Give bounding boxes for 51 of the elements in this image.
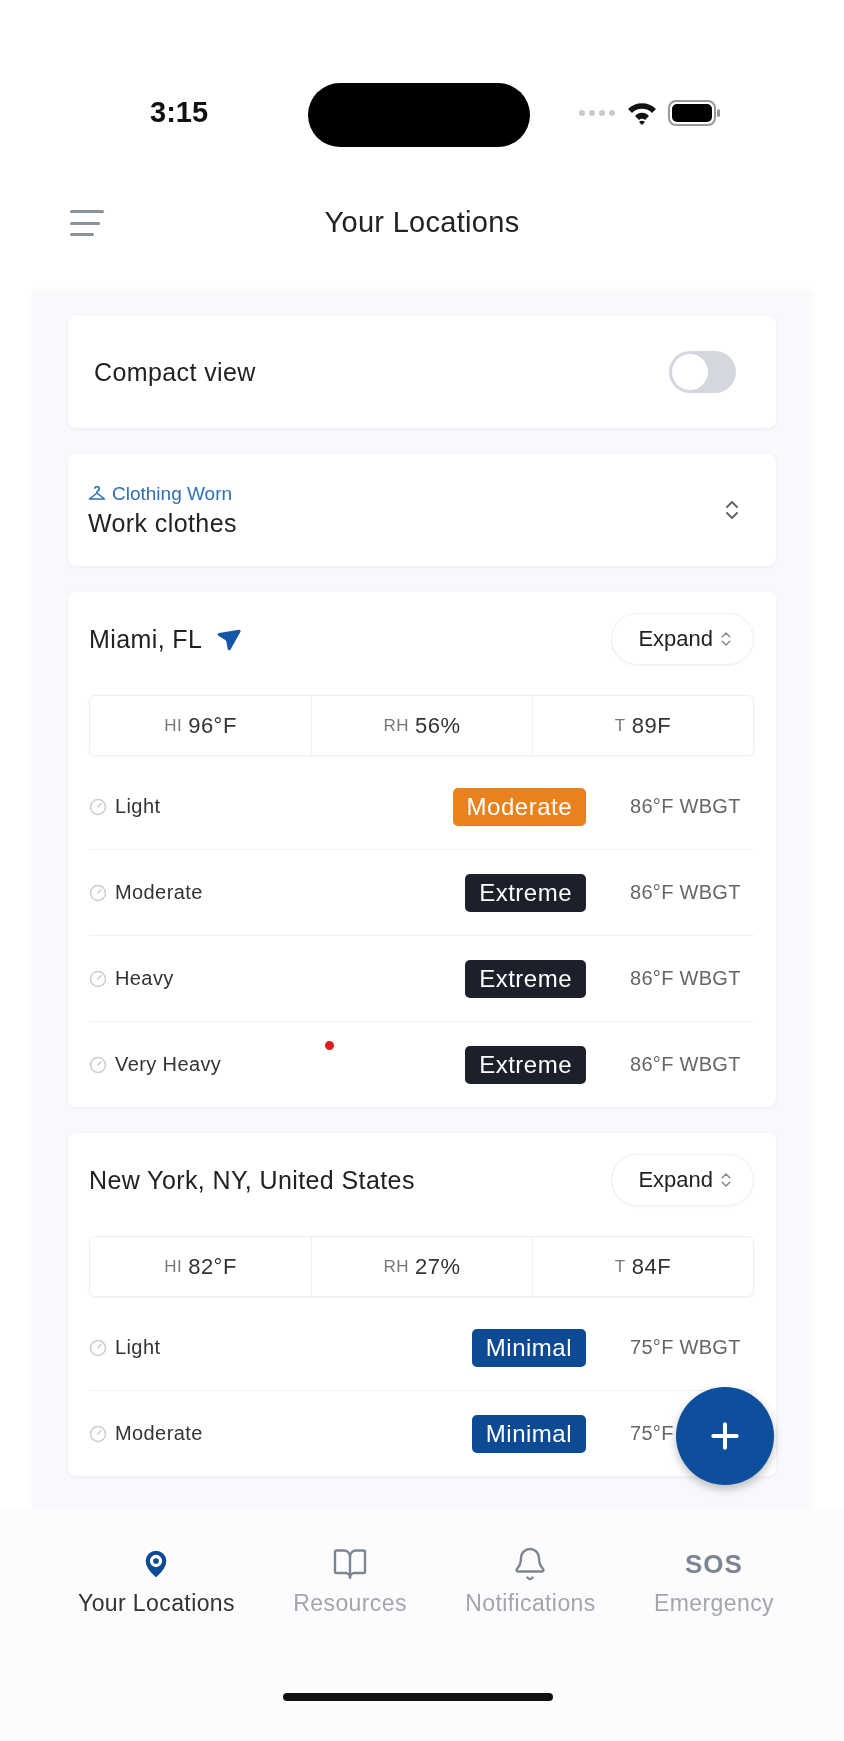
activity-label: Moderate [115, 881, 203, 904]
activity-label: Very Heavy [115, 1053, 222, 1076]
activity-label: Light [115, 1336, 161, 1359]
gauge-icon [89, 883, 107, 902]
wbgt-reading: 86°F WBGT [630, 881, 741, 904]
location-name: New York, NY, United States [89, 1165, 415, 1195]
page-title: Your Locations [324, 206, 520, 239]
battery-icon [668, 100, 722, 126]
wbgt-reading: 86°F WBGT [630, 967, 741, 990]
risk-badge: Moderate [452, 787, 586, 826]
stat-value: RH 27% [311, 1237, 532, 1296]
risk-badge: Extreme [465, 1045, 586, 1084]
tab[interactable]: Your Locations [78, 1546, 235, 1617]
tab[interactable]: SOS Emergency [654, 1546, 774, 1617]
clothing-value: Work clothes [88, 508, 237, 538]
wifi-icon [626, 101, 658, 125]
gauge-icon [89, 1424, 107, 1443]
signal-icon [578, 109, 616, 117]
stat-value: HI 96°F [163, 711, 238, 740]
clothing-label: Clothing Worn [112, 482, 233, 505]
menu-button[interactable] [70, 210, 104, 236]
risk-badge: Minimal [471, 1414, 586, 1453]
activity-label: Light [115, 795, 161, 818]
stat-value: RH 56% [311, 696, 532, 755]
status-time: 3:15 [150, 96, 209, 129]
touch-dot [325, 1041, 334, 1050]
activity-label: Moderate [115, 1422, 203, 1445]
stat-value: T 84F [532, 1237, 753, 1296]
activity-label: Heavy [115, 967, 174, 990]
gauge-icon [89, 969, 107, 988]
risk-badge: Extreme [465, 959, 586, 998]
wbgt-reading: 75°F [630, 1422, 674, 1445]
gauge-icon [89, 1055, 107, 1074]
wbgt-reading: 86°F WBGT [630, 795, 741, 818]
stat-value: HI 82°F [163, 1252, 238, 1281]
risk-badge: Extreme [465, 873, 586, 912]
wbgt-reading: 86°F WBGT [630, 1053, 741, 1076]
risk-badge: Minimal [471, 1328, 586, 1367]
stat-value: T 89F [532, 696, 753, 755]
location-name: Miami, FL [89, 624, 203, 654]
clothing-select[interactable]: Clothing Worn Work clothes [68, 454, 776, 566]
compact-view-label: Compact view [94, 357, 256, 387]
compact-view-toggle[interactable] [669, 351, 736, 393]
hanger-icon [88, 485, 106, 502]
expand-button[interactable]: Expand [611, 613, 754, 665]
book-icon [332, 1546, 369, 1582]
wbgt-reading: 75°F WBGT [630, 1336, 741, 1359]
gauge-icon [89, 797, 107, 816]
expand-button[interactable]: Expand [611, 1154, 754, 1206]
sos-text: SOS [685, 1548, 743, 1581]
gauge-icon [89, 1338, 107, 1357]
